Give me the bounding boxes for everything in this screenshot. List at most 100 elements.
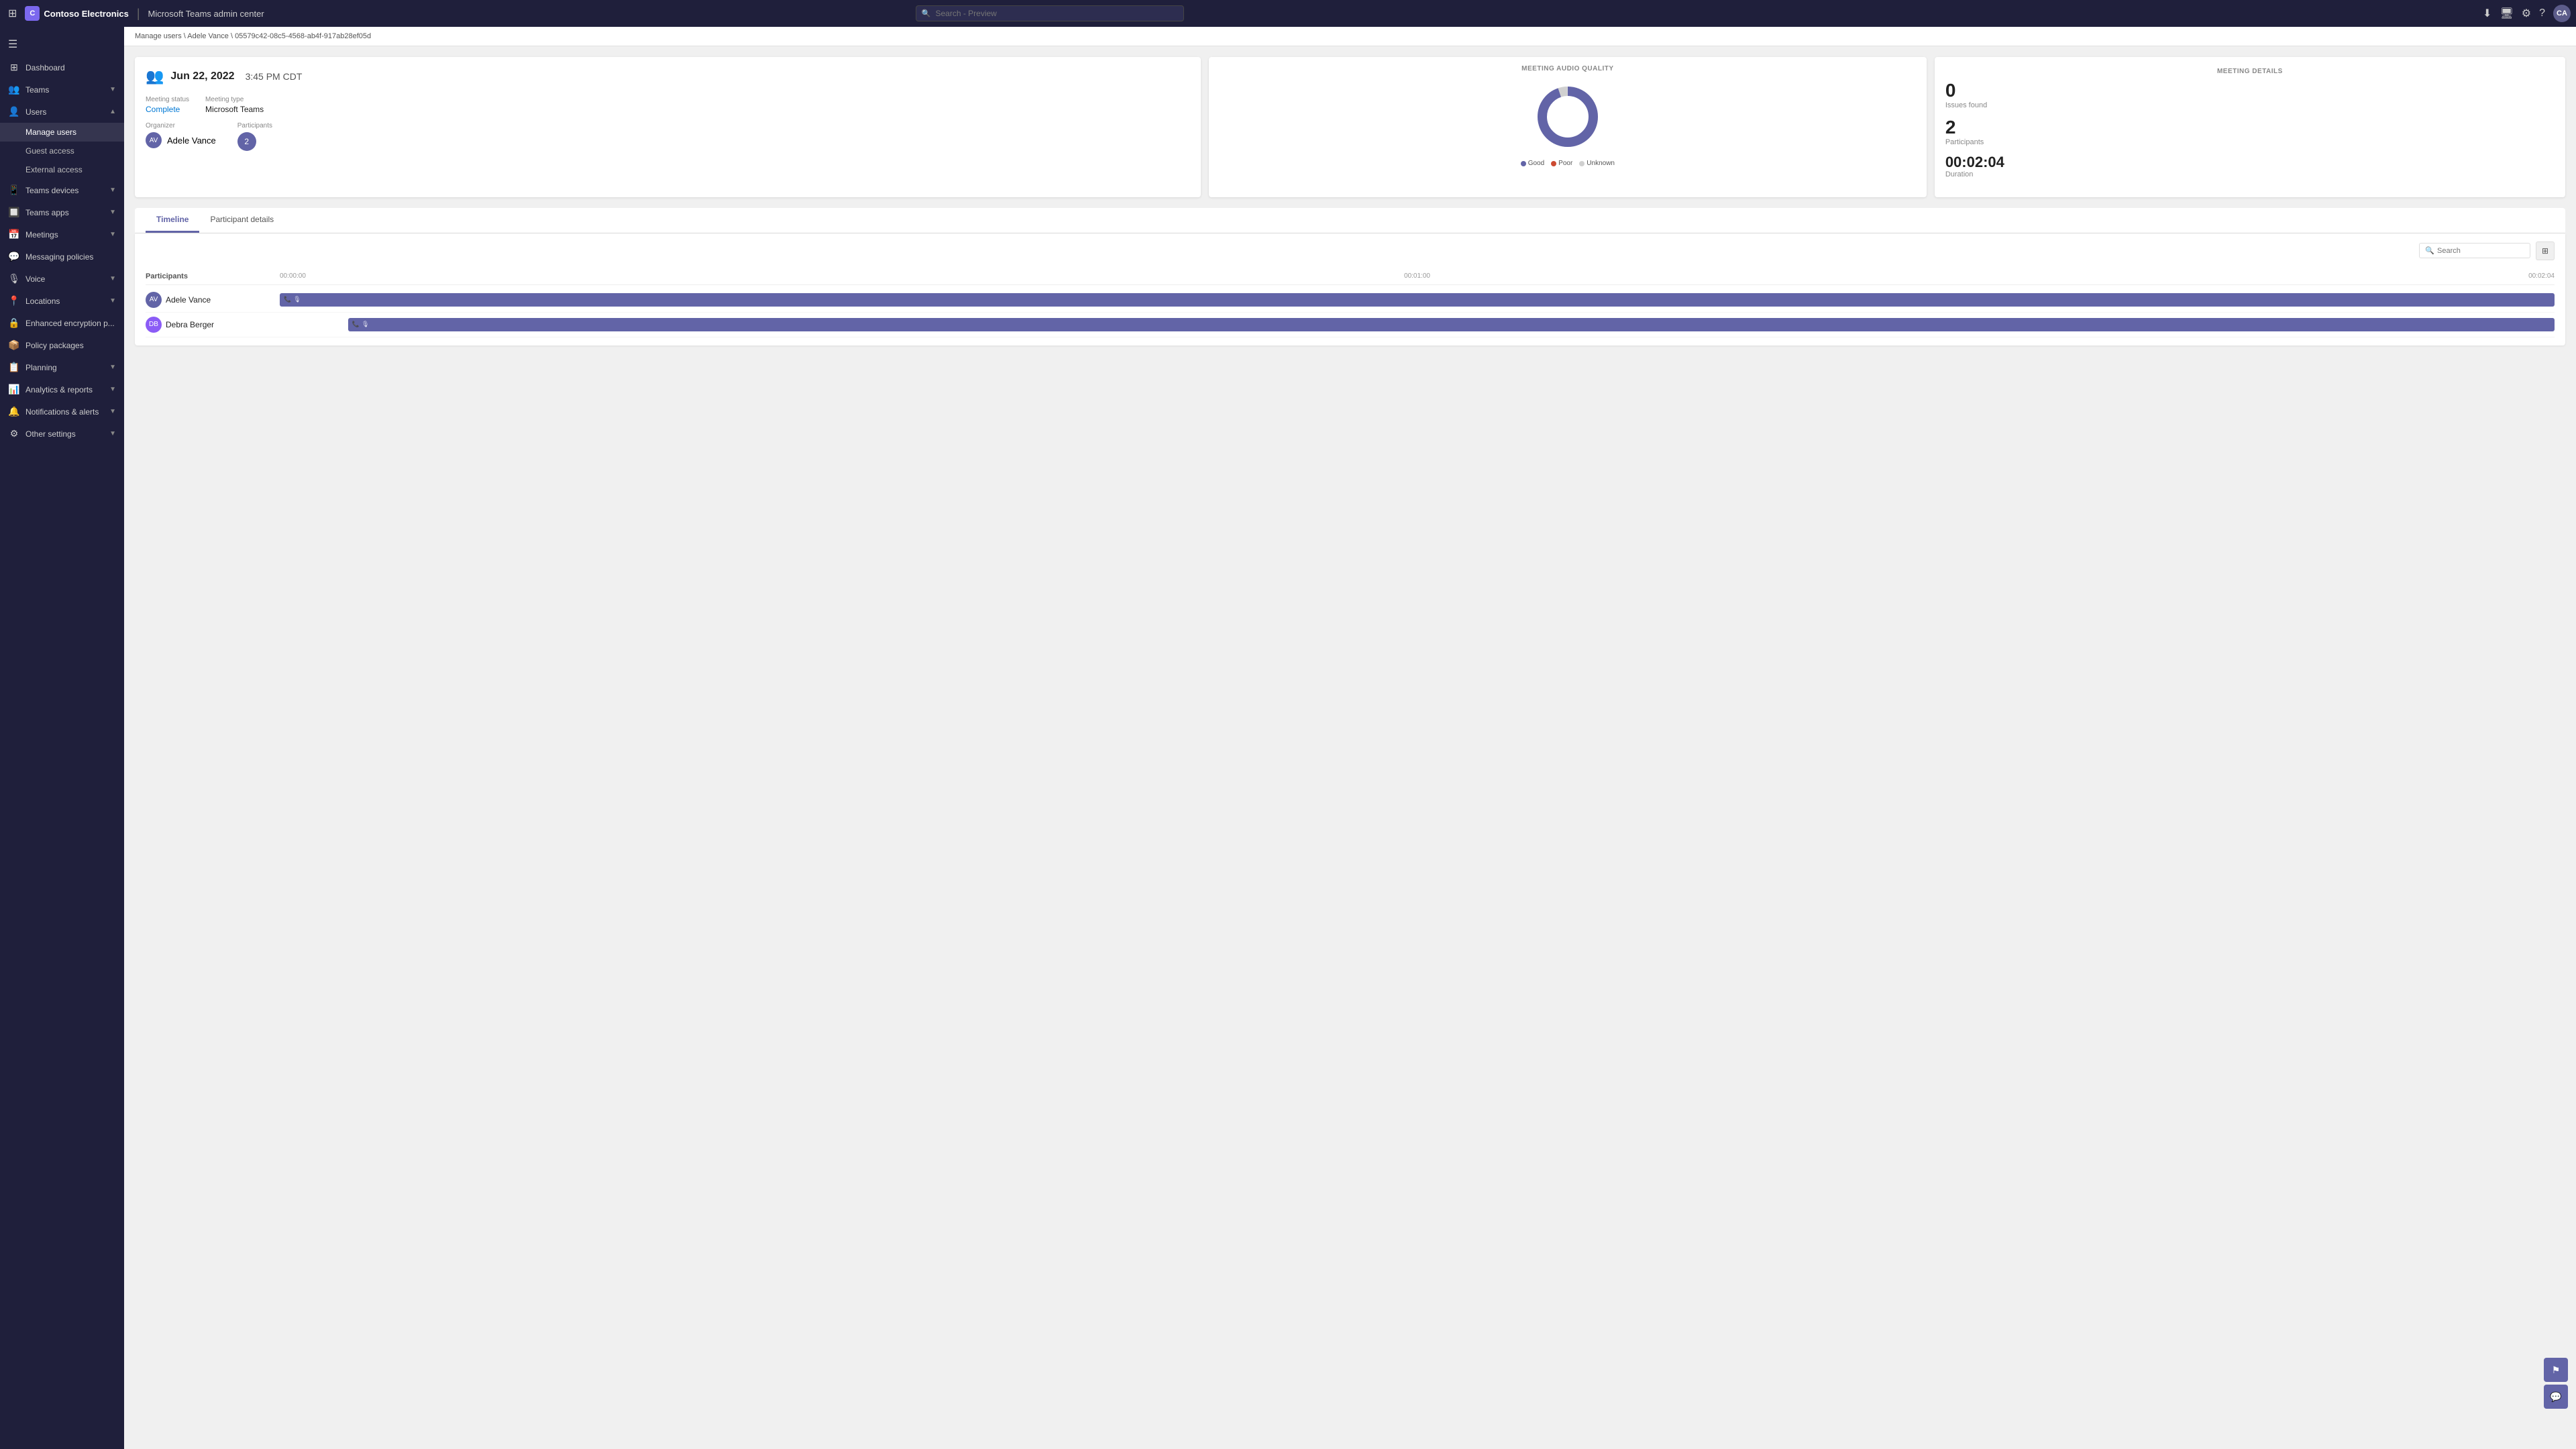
timeline-filter-button[interactable]: ⊞ [2536, 241, 2555, 260]
meeting-details-card: MEETING DETAILS 0 Issues found 2 Partici… [1935, 57, 2565, 197]
donut-svg [1534, 83, 1601, 150]
issues-count: 0 [1945, 80, 2555, 101]
good-label: Good [1528, 160, 1544, 167]
poor-label: Poor [1558, 160, 1572, 167]
meeting-date-row: 👥 Jun 22, 2022 3:45 PM CDT [146, 68, 1190, 85]
search-icon: 🔍 [921, 9, 930, 18]
legend-poor: Poor [1551, 160, 1572, 167]
timeline-toolbar: 🔍 ⊞ [146, 241, 2555, 260]
sidebar-item-label: Locations [25, 297, 104, 306]
waffle-menu-icon[interactable]: ⊞ [5, 4, 19, 23]
floating-btn-1[interactable]: ⚑ [2544, 1358, 2568, 1382]
meeting-details-title: MEETING DETAILS [1945, 68, 2555, 75]
chevron-icon: ▼ [109, 209, 116, 216]
audio-quality-title: MEETING AUDIO QUALITY [1521, 65, 1613, 72]
breadcrumb: Manage users \ Adele Vance \ 05579c42-08… [124, 27, 2576, 46]
sidebar-item-messaging[interactable]: 💬 Messaging policies [0, 246, 124, 268]
time-end: 00:02:04 [2528, 272, 2555, 280]
poor-dot [1551, 161, 1556, 166]
meeting-type-label: Meeting type [205, 96, 264, 103]
sidebar-item-teams-apps[interactable]: 🔲 Teams apps ▼ [0, 201, 124, 223]
tab-participant-details[interactable]: Participant details [199, 208, 284, 233]
sidebar-item-label: Users [25, 107, 104, 117]
chevron-icon: ▼ [109, 231, 116, 238]
table-row: AV Adele Vance 📞 🎙 [146, 288, 2555, 313]
download-icon[interactable]: ⬇ [2483, 7, 2491, 20]
sidebar-item-dashboard[interactable]: ⊞ Dashboard [0, 56, 124, 78]
chevron-icon: ▼ [109, 386, 116, 393]
meeting-fields: Meeting status Complete Meeting type Mic… [146, 96, 1190, 114]
chevron-icon: ▼ [109, 364, 116, 371]
timeline-header: Participants 00:00:00 00:01:00 00:02:04 [146, 268, 2555, 285]
timeline-search-input[interactable] [2437, 247, 2524, 255]
audio-quality-card: MEETING AUDIO QUALITY Good [1209, 57, 1927, 197]
timeline-section: 🔍 ⊞ Participants 00:00:00 00:01:00 00:02… [135, 233, 2565, 345]
chevron-icon: ▼ [109, 275, 116, 282]
policy-icon: 📦 [8, 339, 20, 351]
sidebar-item-label: Voice [25, 274, 104, 284]
sidebar-item-label: Messaging policies [25, 252, 116, 262]
sidebar-item-analytics[interactable]: 📊 Analytics & reports ▼ [0, 378, 124, 400]
meetings-icon: 📅 [8, 229, 20, 240]
issues-label: Issues found [1945, 101, 2555, 109]
sidebar-item-users[interactable]: 👤 Users ▲ [0, 101, 124, 123]
sub-item-label: Guest access [25, 146, 74, 156]
sidebar-item-notifications[interactable]: 🔔 Notifications & alerts ▼ [0, 400, 124, 423]
participants-metric: 2 Participants [1945, 117, 2555, 146]
hamburger-icon[interactable]: ☰ [0, 32, 124, 56]
planning-icon: 📋 [8, 362, 20, 373]
meeting-status-label: Meeting status [146, 96, 189, 103]
bar-mic-icon: 🎙 [293, 296, 301, 303]
meeting-type-field: Meeting type Microsoft Teams [205, 96, 264, 114]
floating-buttons: ⚑ 💬 [2544, 1358, 2568, 1409]
tab-timeline[interactable]: Timeline [146, 208, 199, 233]
voice-icon: 🎙 [8, 273, 20, 284]
breadcrumb-user[interactable]: Adele Vance [187, 32, 229, 40]
chevron-icon: ▼ [109, 86, 116, 93]
sub-item-label: External access [25, 165, 83, 174]
sidebar-subitem-guest-access[interactable]: Guest access [0, 142, 124, 160]
time-mid: 00:01:00 [1404, 272, 1430, 280]
sidebar-item-meetings[interactable]: 📅 Meetings ▼ [0, 223, 124, 246]
notifications-icon: 🔔 [8, 406, 20, 417]
unknown-label: Unknown [1587, 160, 1615, 167]
organizer-label: Organizer [146, 122, 216, 129]
floating-btn-2[interactable]: 💬 [2544, 1385, 2568, 1409]
users-icon: 👤 [8, 106, 20, 117]
sidebar-item-label: Dashboard [25, 63, 116, 72]
organizer-name: Adele Vance [167, 136, 216, 146]
sidebar-item-label: Enhanced encryption p... [25, 319, 116, 328]
monitor-icon[interactable]: 🖥 [2500, 7, 2513, 20]
sidebar-item-other-settings[interactable]: ⚙ Other settings ▼ [0, 423, 124, 445]
sidebar-item-policy[interactable]: 📦 Policy packages [0, 334, 124, 356]
brand-name: Contoso Electronics [44, 9, 128, 19]
brand-icon: C [25, 6, 40, 21]
sidebar-item-teams[interactable]: 👥 Teams ▼ [0, 78, 124, 101]
sidebar-item-label: Policy packages [25, 341, 116, 350]
sidebar-item-locations[interactable]: 📍 Locations ▼ [0, 290, 124, 312]
sidebar-item-encryption[interactable]: 🔒 Enhanced encryption p... [0, 312, 124, 334]
breadcrumb-id: 05579c42-08c5-4568-ab4f-917ab28ef05d [235, 32, 371, 40]
timeline-track-header: 00:00:00 00:01:00 00:02:04 [280, 272, 2555, 280]
sidebar-subitem-external-access[interactable]: External access [0, 160, 124, 179]
search-input[interactable] [916, 5, 1184, 21]
cards-row: 👥 Jun 22, 2022 3:45 PM CDT Meeting statu… [124, 46, 2576, 208]
sidebar-item-teams-devices[interactable]: 📱 Teams devices ▼ [0, 179, 124, 201]
user-avatar[interactable]: CA [2553, 5, 2571, 22]
participants-label: Participants [237, 122, 272, 129]
topbar-search-area: 🔍 [916, 5, 1184, 21]
settings-icon[interactable]: ⚙ [2522, 7, 2531, 20]
sidebar-item-voice[interactable]: 🎙 Voice ▼ [0, 268, 124, 290]
sidebar: ☰ ⊞ Dashboard 👥 Teams ▼ 👤 Users ▲ Manage… [0, 27, 124, 1449]
sidebar-item-planning[interactable]: 📋 Planning ▼ [0, 356, 124, 378]
organizer-avatar: AV [146, 132, 162, 148]
sidebar-item-label: Notifications & alerts [25, 407, 104, 417]
breadcrumb-manage-users[interactable]: Manage users [135, 32, 182, 40]
organizer-row: AV Adele Vance [146, 132, 216, 148]
duration-metric: 00:02:04 Duration [1945, 154, 2555, 178]
sidebar-subitem-manage-users[interactable]: Manage users [0, 123, 124, 142]
meeting-status-value: Complete [146, 105, 189, 114]
help-icon[interactable]: ? [2539, 7, 2545, 19]
topbar-actions: ⬇ 🖥 ⚙ ? CA [2483, 5, 2571, 22]
duration-value: 00:02:04 [1945, 154, 2555, 170]
